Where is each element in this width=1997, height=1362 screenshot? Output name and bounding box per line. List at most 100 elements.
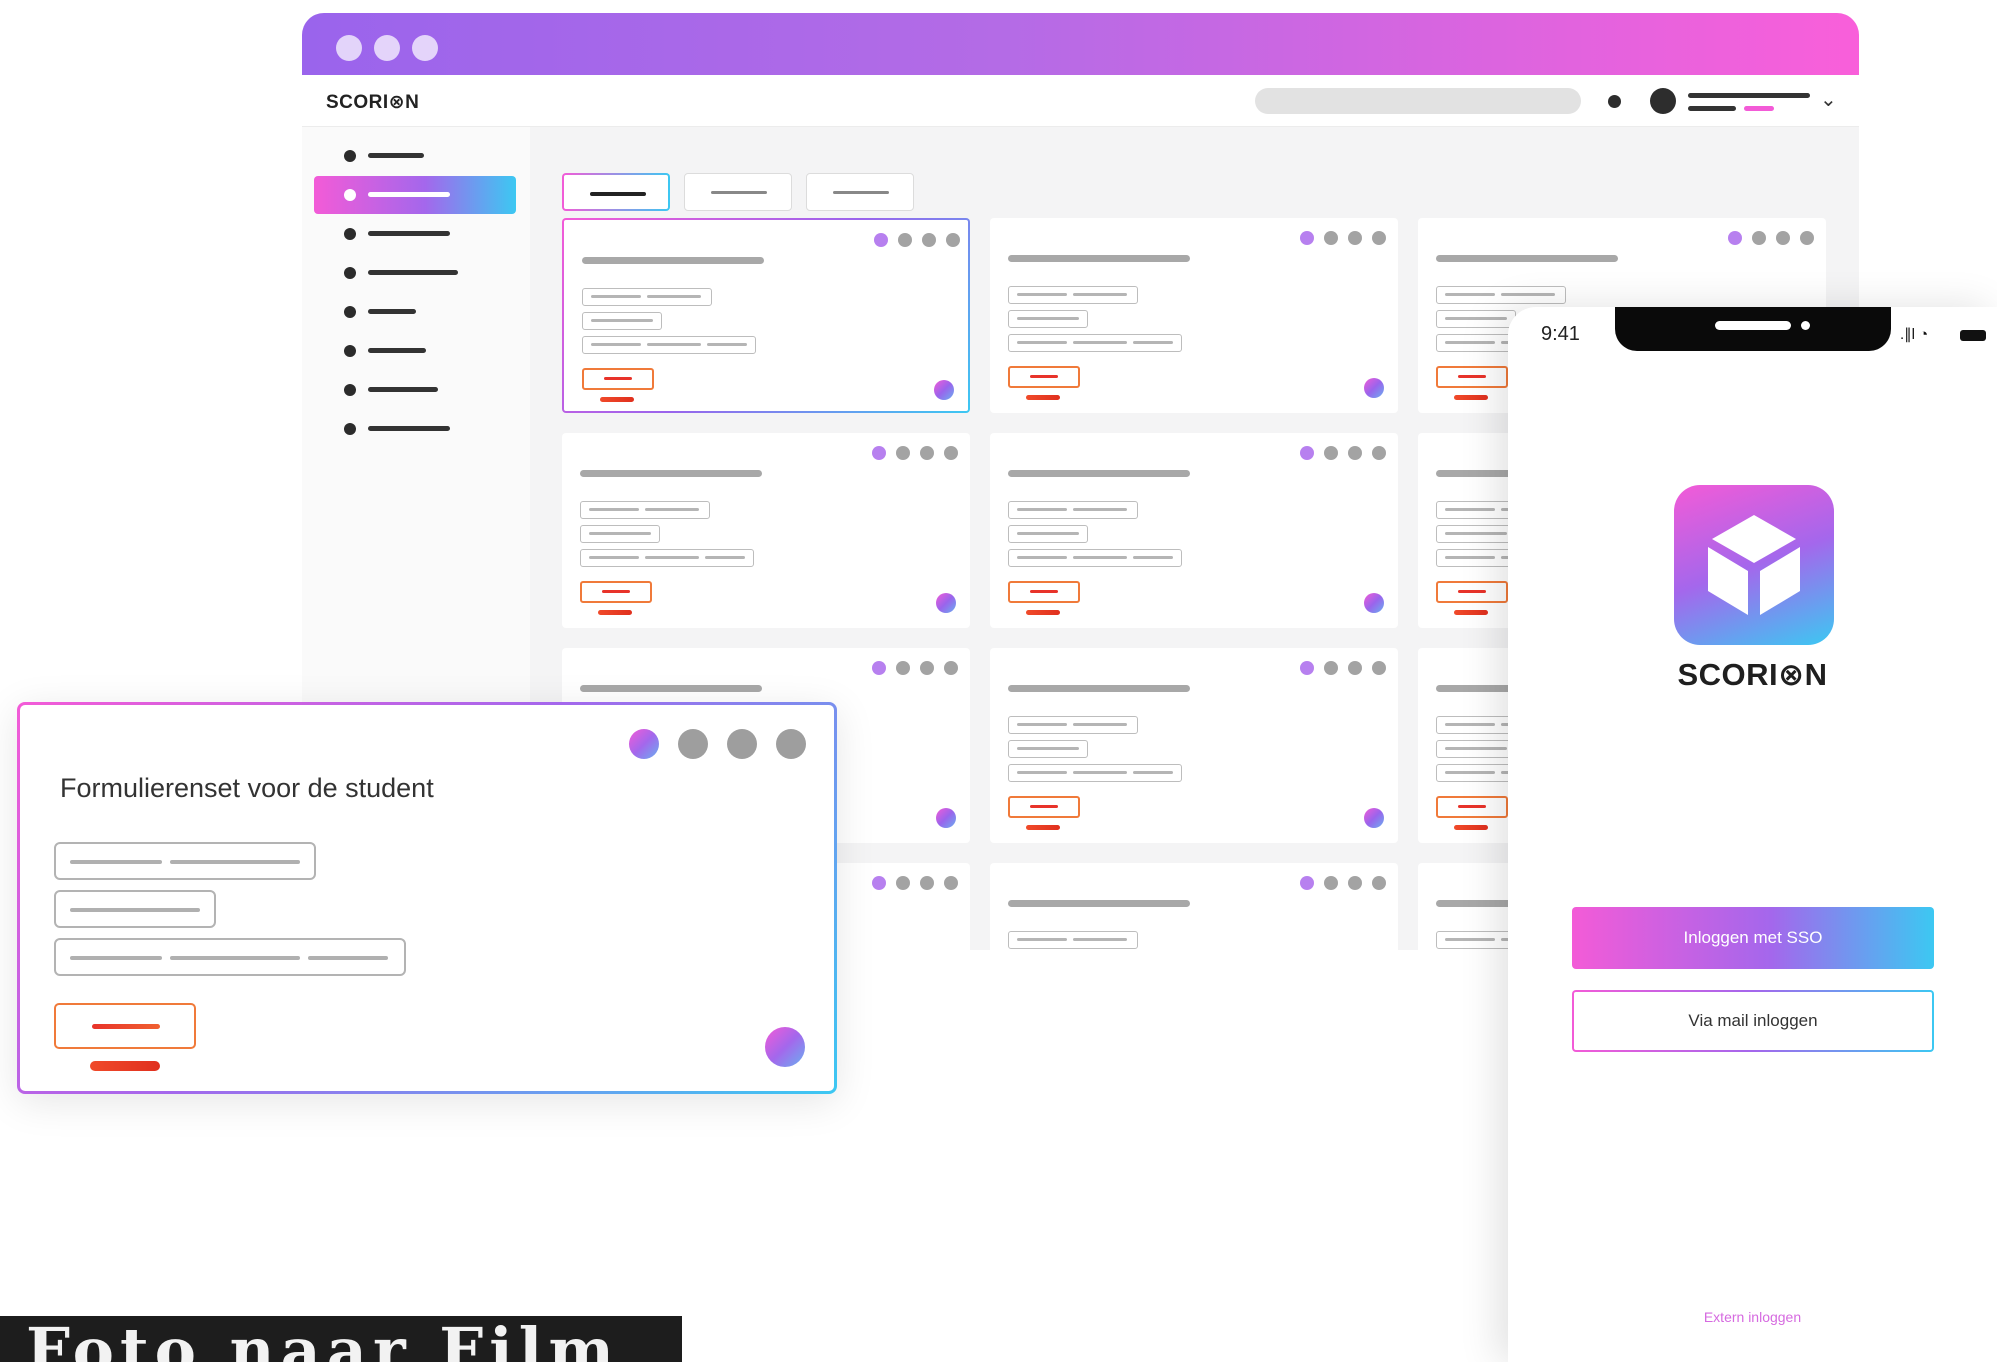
status-dot xyxy=(872,661,886,675)
card-action-button[interactable] xyxy=(582,368,654,390)
tab-3[interactable] xyxy=(806,173,914,211)
card-action-underline xyxy=(1454,825,1488,830)
avatar[interactable] xyxy=(934,380,954,400)
card-field xyxy=(1008,716,1138,734)
user-name-placeholder xyxy=(1688,93,1810,98)
sso-login-button[interactable]: Inloggen met SSO xyxy=(1572,907,1934,969)
tab-2[interactable] xyxy=(684,173,792,211)
status-dot xyxy=(1776,231,1790,245)
placeholder-card[interactable] xyxy=(562,218,970,413)
app-logo[interactable]: SCORI⊗N xyxy=(326,91,419,114)
card-title-placeholder xyxy=(1008,255,1190,262)
card-field xyxy=(1008,525,1088,543)
search-bar[interactable] xyxy=(1255,88,1581,114)
avatar[interactable] xyxy=(1364,808,1384,828)
window-maximize-dot[interactable] xyxy=(412,35,438,61)
window-close-dot[interactable] xyxy=(336,35,362,61)
bullet-icon xyxy=(344,306,356,318)
card-field xyxy=(1436,310,1516,328)
card-field xyxy=(1008,286,1138,304)
status-dot xyxy=(1348,446,1362,460)
card-action-button[interactable] xyxy=(1008,796,1080,818)
wifi-icon: .∥l ◔ xyxy=(1900,326,1929,343)
mail-login-button[interactable]: Via mail inloggen xyxy=(1572,990,1934,1052)
status-dot xyxy=(920,876,934,890)
cube-svg xyxy=(1708,515,1800,615)
window-minimize-dot[interactable] xyxy=(374,35,400,61)
form-field[interactable] xyxy=(54,842,316,880)
sidebar-item-1[interactable] xyxy=(314,137,516,175)
card-action-button[interactable] xyxy=(1436,581,1508,603)
camera-icon xyxy=(1801,321,1810,330)
card-field xyxy=(582,312,662,330)
status-dot xyxy=(1752,231,1766,245)
placeholder-card[interactable] xyxy=(990,218,1398,413)
status-dot xyxy=(727,729,757,759)
status-dot xyxy=(898,233,912,247)
card-field xyxy=(1008,740,1088,758)
status-dot xyxy=(1348,231,1362,245)
bullet-icon xyxy=(344,345,356,357)
status-dot xyxy=(1348,661,1362,675)
form-card[interactable]: Formulierenset voor de student xyxy=(17,702,837,1094)
status-dot xyxy=(920,446,934,460)
avatar[interactable] xyxy=(1650,88,1676,114)
avatar[interactable] xyxy=(1364,593,1384,613)
card-action-underline xyxy=(1026,395,1060,400)
avatar[interactable] xyxy=(1364,378,1384,398)
status-dot xyxy=(1324,661,1338,675)
avatar[interactable] xyxy=(936,808,956,828)
status-dot xyxy=(874,233,888,247)
status-dot xyxy=(872,446,886,460)
form-field[interactable] xyxy=(54,938,406,976)
card-field xyxy=(580,525,660,543)
status-dot xyxy=(946,233,960,247)
sidebar-item-8[interactable] xyxy=(314,410,516,448)
card-action-button[interactable] xyxy=(580,581,652,603)
status-dot xyxy=(678,729,708,759)
notification-icon[interactable] xyxy=(1608,95,1621,108)
status-dot xyxy=(1300,661,1314,675)
phone-notch xyxy=(1615,307,1891,351)
card-action-button[interactable] xyxy=(1008,366,1080,388)
chevron-down-icon[interactable]: ⌄ xyxy=(1820,87,1837,112)
sidebar-item-5[interactable] xyxy=(314,293,516,331)
extern-login-link[interactable]: Extern inloggen xyxy=(1508,1309,1997,1325)
status-dot xyxy=(1372,661,1386,675)
status-time: 9:41 xyxy=(1541,323,1580,345)
app-header: SCORI⊗N ⌄ xyxy=(302,75,1859,127)
status-dot xyxy=(1324,446,1338,460)
card-field xyxy=(1008,549,1182,567)
status-dot xyxy=(1800,231,1814,245)
card-action-underline xyxy=(1026,610,1060,615)
sidebar-item-2-active[interactable] xyxy=(314,176,516,214)
sidebar-item-6[interactable] xyxy=(314,332,516,370)
form-field[interactable] xyxy=(54,890,216,928)
card-action-button[interactable] xyxy=(1436,796,1508,818)
avatar[interactable] xyxy=(765,1027,805,1067)
tab-1[interactable] xyxy=(562,173,670,211)
sidebar-item-3[interactable] xyxy=(314,215,516,253)
battery-icon xyxy=(1960,330,1986,341)
placeholder-card[interactable] xyxy=(990,433,1398,628)
status-dot xyxy=(1728,231,1742,245)
status-dot xyxy=(1348,876,1362,890)
card-field xyxy=(1008,764,1182,782)
card-action-button[interactable] xyxy=(1436,366,1508,388)
form-card-title: Formulierenset voor de student xyxy=(60,773,434,803)
form-action-button[interactable] xyxy=(54,1003,196,1049)
avatar[interactable] xyxy=(936,593,956,613)
status-dot xyxy=(944,446,958,460)
card-field xyxy=(1008,334,1182,352)
sidebar-item-7[interactable] xyxy=(314,371,516,409)
browser-titlebar xyxy=(302,13,1859,75)
placeholder-card[interactable] xyxy=(990,863,1398,950)
watermark-text: Foto naar Film xyxy=(26,1316,620,1362)
bullet-icon xyxy=(344,150,356,162)
card-field xyxy=(1008,931,1138,949)
card-action-button[interactable] xyxy=(1008,581,1080,603)
app-name: SCORI⊗N xyxy=(1677,657,1828,692)
sidebar-item-4[interactable] xyxy=(314,254,516,292)
placeholder-card[interactable] xyxy=(562,433,970,628)
placeholder-card[interactable] xyxy=(990,648,1398,843)
